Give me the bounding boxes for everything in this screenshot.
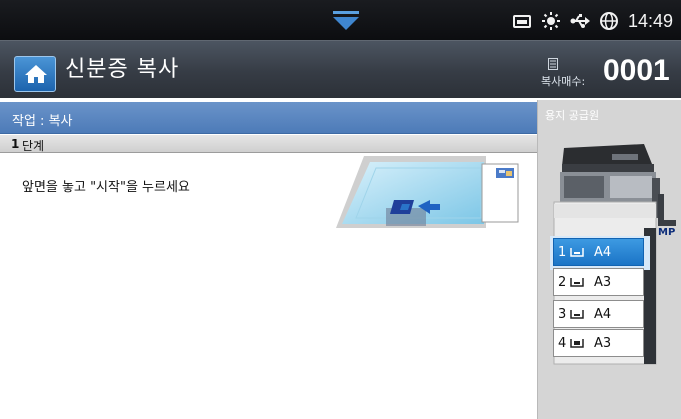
step-number: 1 bbox=[11, 137, 20, 151]
tray-number: 2 bbox=[558, 275, 567, 290]
pulldown-handle-icon[interactable] bbox=[333, 11, 359, 31]
home-icon bbox=[25, 65, 47, 83]
id-card-placement-illustration bbox=[336, 156, 519, 228]
tray-number: 4 bbox=[558, 336, 567, 351]
title-bar: 신분증 복사 bbox=[0, 40, 681, 98]
toner-icon[interactable] bbox=[512, 11, 532, 31]
tray-1-button[interactable]: 1 A4 bbox=[553, 238, 644, 266]
tray-paper-size: A3 bbox=[594, 275, 612, 290]
tray-2-button[interactable]: 2 A3 bbox=[553, 268, 644, 296]
tray-number: 1 bbox=[558, 245, 567, 260]
step-label: 단계 bbox=[22, 139, 45, 153]
task-label: 작업 : 복사 bbox=[12, 114, 73, 129]
page-title: 신분증 복사 bbox=[65, 57, 180, 82]
tray-paper-size: A4 bbox=[594, 307, 612, 322]
instruction-text: 앞면을 놓고 "시작"을 누르세요 bbox=[22, 180, 190, 195]
tray-paper-size: A3 bbox=[594, 336, 612, 351]
copy-count-label: 복사매수: bbox=[541, 75, 586, 88]
home-button[interactable] bbox=[14, 56, 56, 92]
usb-icon[interactable] bbox=[570, 11, 590, 31]
tray-paper-size: A4 bbox=[594, 245, 612, 260]
eco-sun-icon[interactable] bbox=[541, 11, 561, 31]
mp-tray-label: MP bbox=[658, 227, 676, 238]
status-time: 14:49 bbox=[627, 10, 673, 31]
tray-4-button[interactable]: 4 A3 bbox=[553, 329, 644, 357]
copy-counter-icon bbox=[548, 58, 558, 70]
paper-tray-icon bbox=[570, 310, 584, 319]
copy-count-value[interactable]: 0001 bbox=[603, 54, 670, 88]
paper-tray-icon bbox=[570, 248, 584, 257]
paper-source-title: 용지 공급원 bbox=[545, 109, 600, 122]
status-bar: 14:49 bbox=[0, 0, 681, 40]
tray-3-button[interactable]: 3 A4 bbox=[553, 300, 644, 328]
tray-number: 3 bbox=[558, 307, 567, 322]
paper-tray-icon bbox=[570, 339, 584, 348]
globe-icon[interactable] bbox=[599, 11, 619, 31]
task-bar: 작업 : 복사 bbox=[0, 102, 537, 134]
step-bar: 1 단계 bbox=[0, 135, 537, 153]
paper-tray-icon bbox=[570, 278, 584, 287]
